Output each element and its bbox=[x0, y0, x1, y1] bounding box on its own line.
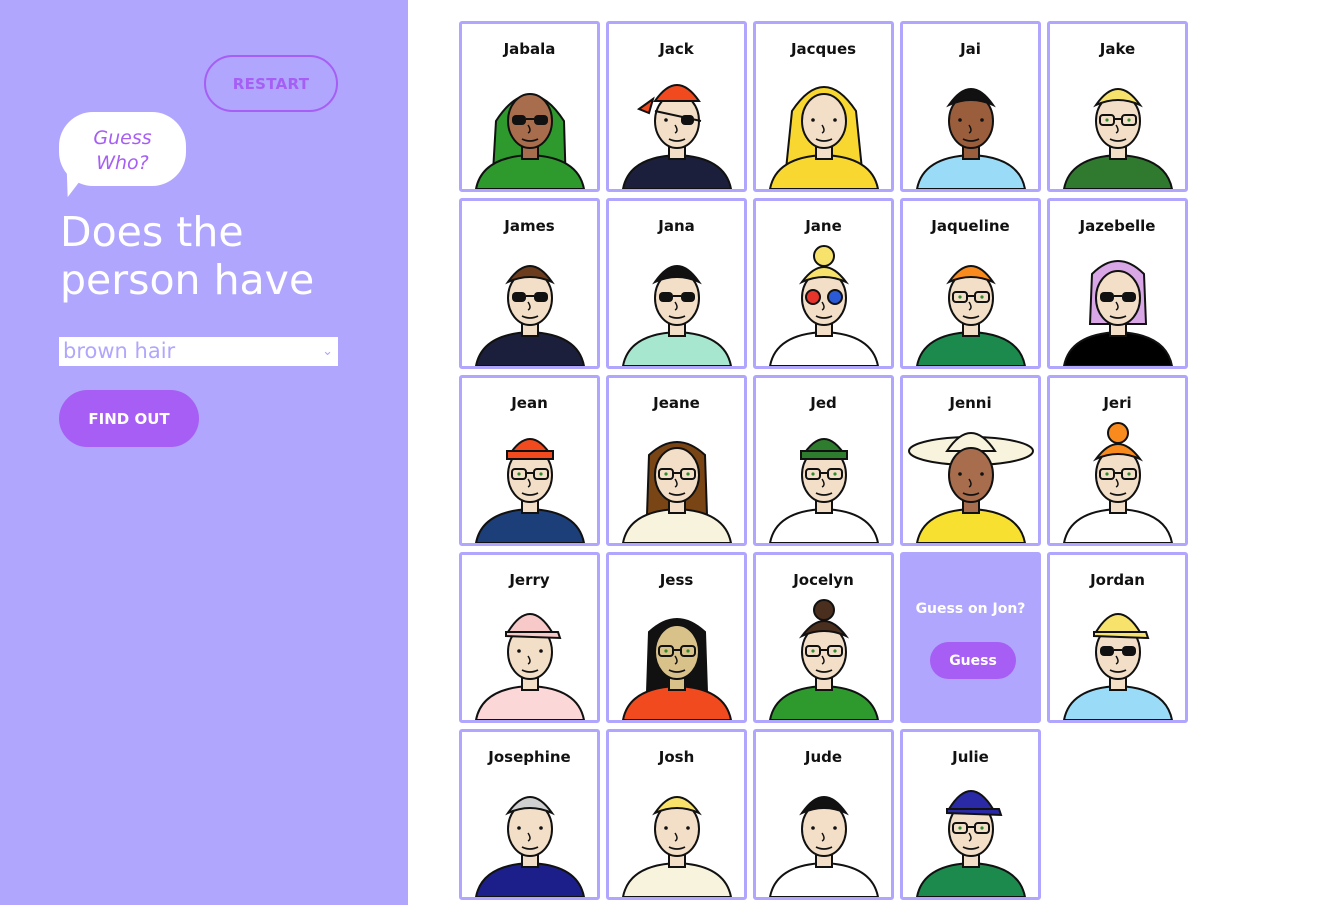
character-portrait bbox=[768, 86, 880, 189]
character-portrait bbox=[621, 618, 733, 720]
character-portrait bbox=[1062, 422, 1174, 543]
guess-card: Guess on Jon? Guess bbox=[900, 552, 1041, 723]
character-portrait bbox=[621, 265, 733, 366]
character-card-jerry[interactable]: Jerry bbox=[459, 552, 600, 723]
character-name: Jocelyn bbox=[793, 571, 854, 589]
character-portrait bbox=[1062, 260, 1174, 366]
chevron-down-icon: ⌄ bbox=[322, 344, 333, 359]
character-portrait bbox=[768, 438, 880, 543]
logo-line-2: Who? bbox=[96, 152, 149, 174]
character-name: Jack bbox=[659, 40, 694, 58]
character-portrait bbox=[621, 84, 733, 189]
character-card-jess[interactable]: Jess bbox=[606, 552, 747, 723]
character-portrait bbox=[474, 438, 586, 543]
character-name: Jordan bbox=[1090, 571, 1145, 589]
character-card-jeri[interactable]: Jeri bbox=[1047, 375, 1188, 546]
guess-prompt: Guess on Jon? bbox=[915, 601, 1026, 617]
character-portrait bbox=[474, 265, 586, 366]
character-grid: Jabala Jack Jacques Jai Jake James Jana … bbox=[459, 21, 1189, 901]
question-heading: Does the person have bbox=[60, 208, 315, 304]
character-name: Jeri bbox=[1103, 394, 1132, 412]
character-card-jordan[interactable]: Jordan bbox=[1047, 552, 1188, 723]
character-portrait bbox=[908, 432, 1034, 543]
character-name: Jai bbox=[960, 40, 981, 58]
character-card-jabala[interactable]: Jabala bbox=[459, 21, 600, 192]
character-card-jocelyn[interactable]: Jocelyn bbox=[753, 552, 894, 723]
character-portrait bbox=[474, 93, 586, 189]
character-name: Jed bbox=[810, 394, 837, 412]
character-name: Jake bbox=[1099, 40, 1136, 58]
character-portrait bbox=[1062, 88, 1174, 189]
character-name: Jess bbox=[659, 571, 694, 589]
guess-who-logo: Guess Who? bbox=[59, 112, 186, 201]
character-card-jack[interactable]: Jack bbox=[606, 21, 747, 192]
character-name: Jacques bbox=[790, 40, 857, 58]
character-card-jeane[interactable]: Jeane bbox=[606, 375, 747, 546]
character-card-jacques[interactable]: Jacques bbox=[753, 21, 894, 192]
character-portrait bbox=[768, 245, 880, 366]
attribute-select-value: brown hair bbox=[63, 339, 176, 363]
character-portrait bbox=[621, 796, 733, 897]
character-portrait bbox=[915, 88, 1027, 189]
character-portrait bbox=[915, 790, 1027, 897]
character-name: Jeane bbox=[653, 394, 700, 412]
character-card-jaqueline[interactable]: Jaqueline bbox=[900, 198, 1041, 369]
character-portrait bbox=[474, 613, 586, 720]
character-portrait bbox=[768, 599, 880, 720]
character-name: Julie bbox=[952, 748, 989, 766]
character-card-james[interactable]: James bbox=[459, 198, 600, 369]
guess-button[interactable]: Guess bbox=[930, 642, 1016, 679]
character-card-jed[interactable]: Jed bbox=[753, 375, 894, 546]
character-card-jai[interactable]: Jai bbox=[900, 21, 1041, 192]
character-portrait bbox=[474, 796, 586, 897]
character-card-jude[interactable]: Jude bbox=[753, 729, 894, 900]
character-name: Jaqueline bbox=[931, 217, 1010, 235]
restart-button[interactable]: RESTART bbox=[204, 55, 338, 112]
character-name: Jane bbox=[805, 217, 842, 235]
character-portrait bbox=[915, 265, 1027, 366]
character-card-jenni[interactable]: Jenni bbox=[900, 375, 1041, 546]
character-card-josephine[interactable]: Josephine bbox=[459, 729, 600, 900]
character-name: Jana bbox=[658, 217, 695, 235]
character-card-jazebelle[interactable]: Jazebelle bbox=[1047, 198, 1188, 369]
character-name: Jenni bbox=[949, 394, 992, 412]
character-name: Jazebelle bbox=[1079, 217, 1156, 235]
logo-line-1: Guess bbox=[93, 127, 152, 149]
character-name: James bbox=[504, 217, 555, 235]
character-name: Josh bbox=[658, 748, 695, 766]
character-card-jane[interactable]: Jane bbox=[753, 198, 894, 369]
character-card-jake[interactable]: Jake bbox=[1047, 21, 1188, 192]
logo-text: Guess Who? bbox=[59, 126, 186, 176]
character-card-josh[interactable]: Josh bbox=[606, 729, 747, 900]
character-card-jana[interactable]: Jana bbox=[606, 198, 747, 369]
character-portrait bbox=[768, 796, 880, 897]
character-name: Jerry bbox=[509, 571, 550, 589]
character-name: Jabala bbox=[503, 40, 556, 58]
character-name: Jean bbox=[511, 394, 548, 412]
character-name: Jude bbox=[804, 748, 843, 766]
character-portrait bbox=[621, 441, 733, 543]
character-portrait bbox=[1062, 613, 1174, 720]
sidebar: RESTART Guess Who? Does the person have … bbox=[0, 0, 408, 905]
character-name: Josephine bbox=[488, 748, 571, 766]
character-card-jean[interactable]: Jean bbox=[459, 375, 600, 546]
find-out-button[interactable]: FIND OUT bbox=[59, 390, 199, 447]
attribute-select[interactable]: brown hair ⌄ bbox=[59, 337, 338, 366]
character-card-julie[interactable]: Julie bbox=[900, 729, 1041, 900]
